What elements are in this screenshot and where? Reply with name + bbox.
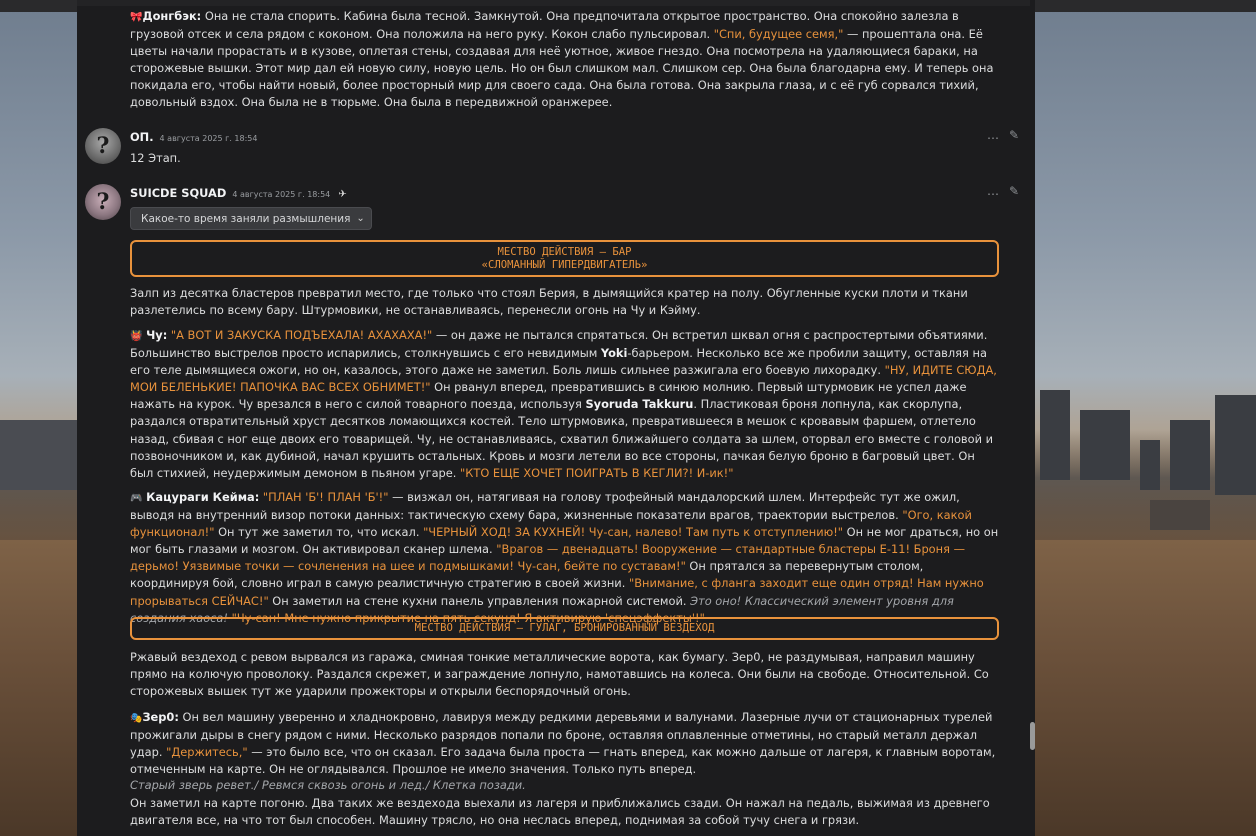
bot-badge-icon: ✈ xyxy=(338,189,347,200)
demon-emoji-icon: 👹 xyxy=(130,331,143,342)
message-timestamp: 4 августа 2025 г. 18:54 xyxy=(159,134,258,143)
dropdown-label: Какое-то время заняли размышления xyxy=(141,212,351,225)
message-actions-squad: … ✎ xyxy=(987,184,1019,198)
location-line: «СЛОМАННЫЙ ГИПЕРДВИГАТЕЛЬ» xyxy=(481,258,648,271)
avatar-suicide-squad[interactable]: ? xyxy=(85,184,121,220)
paragraph-vehicle: Ржавый вездеход с ревом вырвался из гара… xyxy=(130,650,989,699)
author-name[interactable]: SUICDE SQUAD xyxy=(130,186,226,200)
paragraph-intro: Залп из десятка бластеров превратил мест… xyxy=(130,286,968,318)
message-continuation-dongbek: 🎀Донгбэк: Она не стала спорить. Кабина б… xyxy=(130,9,994,110)
edit-icon[interactable]: ✎ xyxy=(1009,128,1019,142)
speaker-name: Зер0: xyxy=(142,710,179,724)
chevron-down-icon: ⌄ xyxy=(356,213,365,224)
speaker-name: Чу: xyxy=(146,328,168,342)
paragraph-zero: 🎭Зер0: Он вел машину уверенно и хладнокр… xyxy=(130,710,996,777)
more-options-icon[interactable]: … xyxy=(987,184,999,198)
quote-text: "Спи, будущее семя," xyxy=(713,27,844,42)
bow-emoji-icon: 🎀 xyxy=(130,12,143,23)
message-actions-op: … ✎ xyxy=(987,128,1019,142)
location-line: МЕСТВО ДЕЙСТВИЯ – БАР xyxy=(497,246,632,258)
speaker-name: Кацураги Кейма: xyxy=(146,490,260,504)
haiku-text: Старый зверь ревет./ Ревмся сквозь огонь… xyxy=(130,778,526,792)
message-timestamp: 4 августа 2025 г. 18:54 xyxy=(232,190,331,199)
more-options-icon[interactable]: … xyxy=(987,128,999,142)
masks-emoji-icon: 🎭 xyxy=(130,713,143,724)
author-name[interactable]: ОП. xyxy=(130,130,154,144)
edit-icon[interactable]: ✎ xyxy=(1009,184,1019,198)
message-body-op: 12 Этап. xyxy=(130,151,181,165)
scrollbar-thumb[interactable] xyxy=(1030,722,1035,750)
top-toolbar xyxy=(77,0,1035,6)
location-box-gulag: МЕСТВО ДЕЙСТВИЯ – ГУЛАГ, БРОНИРОВАННЫЙ В… xyxy=(130,617,999,640)
speaker-name: Донгбэк: xyxy=(142,9,202,23)
avatar-op[interactable]: ? xyxy=(85,128,121,164)
paragraph-chase: Он заметил на карте погоню. Два таких же… xyxy=(130,796,990,828)
message-header-squad: SUICDE SQUAD 4 августа 2025 г. 18:54 ✈ xyxy=(130,186,347,200)
location-box-bar: МЕСТВО ДЕЙСТВИЯ – БАР «СЛОМАННЫЙ ГИПЕРДВ… xyxy=(130,240,999,277)
gamepad-emoji-icon: 🎮 xyxy=(130,493,143,504)
message-header-op: ОП. 4 августа 2025 г. 18:54 xyxy=(130,130,257,144)
chat-panel: 🎀Донгбэк: Она не стала спорить. Кабина б… xyxy=(77,0,1035,836)
unknown-user-icon: ? xyxy=(96,133,110,159)
paragraph-chu: 👹 Чу: "А ВОТ И ЗАКУСКА ПОДЪЕХАЛА! АХАХАХ… xyxy=(130,328,997,480)
thinking-dropdown[interactable]: Какое-то время заняли размышления ⌄ xyxy=(130,207,372,230)
location-line: МЕСТВО ДЕЙСТВИЯ – ГУЛАГ, БРОНИРОВАННЫЙ В… xyxy=(414,622,715,635)
paragraph-keima: 🎮 Кацураги Кейма: "ПЛАН 'Б'! ПЛАН 'Б'!" … xyxy=(130,490,999,625)
unknown-user-icon: ? xyxy=(96,189,110,215)
scrollbar-track[interactable] xyxy=(1030,0,1035,836)
